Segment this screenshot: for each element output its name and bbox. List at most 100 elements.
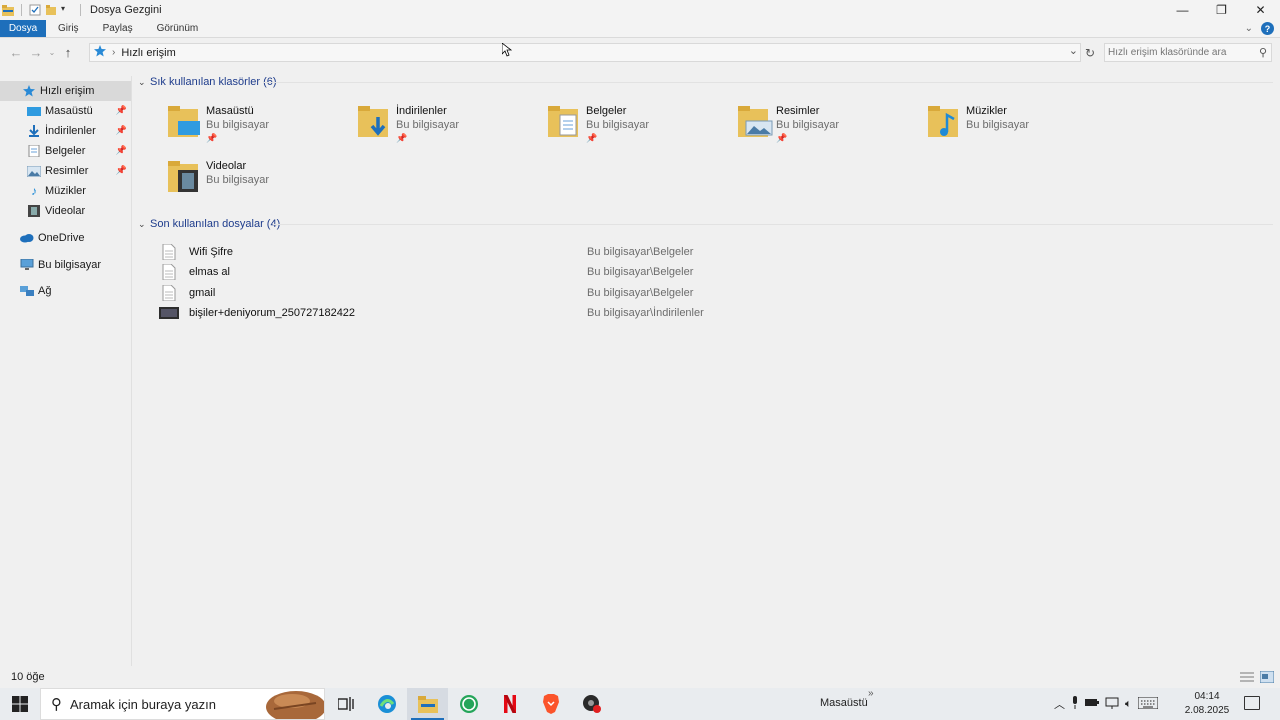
search-input[interactable]: [1105, 44, 1245, 61]
address-dropdown-icon[interactable]: ⌄: [1069, 44, 1078, 57]
tab-paylas[interactable]: Paylaş: [91, 20, 145, 37]
text-file-icon: [159, 264, 179, 280]
file-name: elmas al: [189, 266, 230, 278]
sidebar-item-onedrive[interactable]: OneDrive: [0, 228, 131, 248]
volume-icon[interactable]: 🔈︎: [1125, 698, 1132, 711]
new-folder-icon[interactable]: [45, 4, 57, 16]
star-icon: [22, 85, 36, 97]
recent-files-header[interactable]: ⌄ Son kullanılan dosyalar (4): [138, 216, 280, 232]
brave-app-button[interactable]: [530, 688, 571, 720]
keyboard-icon[interactable]: [1137, 696, 1159, 712]
show-hidden-icons-chevron-icon[interactable]: ︿: [1054, 696, 1065, 712]
file-explorer-app-button[interactable]: [407, 688, 448, 720]
sidebar-item-muzikler[interactable]: ♪ Müzikler: [0, 181, 131, 201]
help-icon[interactable]: ?: [1261, 22, 1274, 35]
address-bar[interactable]: › Hızlı erişim ⌄: [89, 43, 1081, 62]
file-explorer-icon: [417, 696, 438, 713]
status-bar: 10 öğe: [0, 666, 1280, 688]
search-box[interactable]: ⚲: [1104, 43, 1272, 62]
sidebar-item-bu-bilgisayar[interactable]: Bu bilgisayar: [0, 255, 131, 275]
close-button[interactable]: ✕: [1241, 0, 1280, 20]
sidebar-item-resimler[interactable]: Resimler 📌: [0, 161, 131, 181]
details-view-icon[interactable]: [1240, 671, 1254, 683]
sidebar-item-indirilenler[interactable]: İndirilenler 📌: [0, 121, 131, 141]
netflix-icon: [503, 695, 516, 713]
frequent-folders-header[interactable]: ⌄ Sık kullanılan klasörler (6): [138, 74, 277, 90]
video-file-icon: [159, 305, 179, 321]
folder-tile-masaustu[interactable]: Masaüstü Bu bilgisayar 📌: [168, 103, 348, 155]
network-icon: [20, 285, 34, 297]
sidebar-item-label: İndirilenler: [45, 125, 96, 137]
search-icon: ⚲: [51, 696, 62, 713]
sidebar-item-belgeler[interactable]: Belgeler 📌: [0, 141, 131, 161]
back-arrow-icon[interactable]: ←: [6, 45, 26, 60]
battery-icon[interactable]: [1085, 698, 1099, 710]
documents-icon: [27, 145, 41, 157]
edge-app-button[interactable]: [366, 688, 407, 720]
sidebar-item-label: Belgeler: [45, 145, 86, 157]
recent-locations-chevron-icon[interactable]: ⌄: [46, 48, 58, 57]
pin-icon[interactable]: 📌: [116, 105, 127, 116]
sidebar-item-ag[interactable]: Ağ: [0, 281, 131, 301]
pin-icon[interactable]: 📌: [586, 133, 597, 144]
customize-dropdown-icon[interactable]: ▾: [61, 4, 73, 16]
folder-tile-muzikler[interactable]: Müzikler Bu bilgisayar: [928, 103, 1108, 155]
notification-center-icon[interactable]: [1244, 696, 1260, 710]
restore-button[interactable]: ❐: [1202, 0, 1241, 20]
folder-tile-videolar[interactable]: Videolar Bu bilgisayar: [168, 158, 348, 210]
breadcrumb-chevron-icon[interactable]: ›: [112, 47, 115, 58]
system-clock[interactable]: 04:14 2.08.2025: [1184, 690, 1230, 718]
sidebar-item-hizli-erisim[interactable]: Hızlı erişim: [0, 81, 131, 101]
file-name: Wifi Şifre: [189, 246, 233, 258]
tab-giris[interactable]: Giriş: [46, 20, 91, 37]
text-file-icon: [159, 244, 179, 260]
microphone-icon[interactable]: [1071, 696, 1079, 712]
list-item[interactable]: Wifi Şifre Bu bilgisayar\Belgeler: [159, 242, 759, 262]
pane-divider[interactable]: [131, 76, 132, 666]
file-location: Bu bilgisayar\Belgeler: [587, 287, 694, 299]
forward-arrow-icon[interactable]: →: [26, 45, 46, 60]
group-title: Sık kullanılan klasörler (6): [150, 76, 277, 88]
large-icons-view-icon[interactable]: [1259, 670, 1275, 684]
task-view-button[interactable]: [325, 688, 366, 720]
pin-icon[interactable]: 📌: [776, 133, 787, 144]
desktop-toolbar-label[interactable]: Masaüstü: [820, 697, 868, 709]
sidebar-item-label: Hızlı erişim: [40, 85, 95, 97]
list-item[interactable]: elmas al Bu bilgisayar\Belgeler: [159, 262, 759, 282]
taskbar-search-box[interactable]: ⚲ Aramak için buraya yazın: [40, 688, 325, 720]
pin-icon[interactable]: 📌: [116, 125, 127, 136]
folder-tile-resimler[interactable]: Resimler Bu bilgisayar 📌: [738, 103, 918, 155]
list-item[interactable]: gmail Bu bilgisayar\Belgeler: [159, 283, 759, 303]
up-arrow-icon[interactable]: ↑: [58, 45, 78, 60]
whatsapp-app-button[interactable]: [448, 688, 489, 720]
sidebar-item-label: Videolar: [45, 205, 86, 217]
obs-app-button[interactable]: [571, 688, 612, 720]
collapse-chevron-icon[interactable]: ⌄: [138, 219, 150, 230]
properties-icon[interactable]: [29, 4, 41, 16]
expand-ribbon-icon[interactable]: ⌄: [1245, 23, 1253, 34]
pin-icon[interactable]: 📌: [116, 145, 127, 156]
taskbar-search-text: Aramak için buraya yazın: [70, 696, 216, 712]
folder-tile-belgeler[interactable]: Belgeler Bu bilgisayar 📌: [548, 103, 728, 155]
minimize-button[interactable]: —: [1163, 0, 1202, 20]
tab-dosya[interactable]: Dosya: [0, 20, 46, 37]
collapse-chevron-icon[interactable]: ⌄: [138, 77, 150, 88]
file-location: Bu bilgisayar\İndirilenler: [587, 307, 704, 319]
file-name: gmail: [189, 287, 216, 299]
sidebar-item-masaustu[interactable]: Masaüstü 📌: [0, 101, 131, 121]
sidebar-item-videolar[interactable]: Videolar: [0, 201, 131, 221]
sidebar-item-label: Bu bilgisayar: [38, 259, 101, 271]
start-button[interactable]: [0, 688, 40, 720]
tab-gorunum[interactable]: Görünüm: [145, 20, 211, 37]
netflix-app-button[interactable]: [489, 688, 530, 720]
pin-icon[interactable]: 📌: [206, 133, 217, 144]
pin-icon[interactable]: 📌: [396, 133, 407, 144]
pin-icon[interactable]: 📌: [116, 165, 127, 176]
desktop-toolbar-chevron-icon[interactable]: »: [868, 688, 874, 699]
network-status-icon[interactable]: [1105, 697, 1119, 712]
breadcrumb-hizli-erisim[interactable]: Hızlı erişim: [121, 47, 175, 59]
refresh-icon[interactable]: ↻: [1082, 43, 1098, 62]
view-switcher: [1240, 670, 1275, 684]
list-item[interactable]: bişiler+deniyorum_250727182422 Bu bilgis…: [159, 303, 759, 323]
folder-tile-indirilenler[interactable]: İndirilenler Bu bilgisayar 📌: [358, 103, 538, 155]
